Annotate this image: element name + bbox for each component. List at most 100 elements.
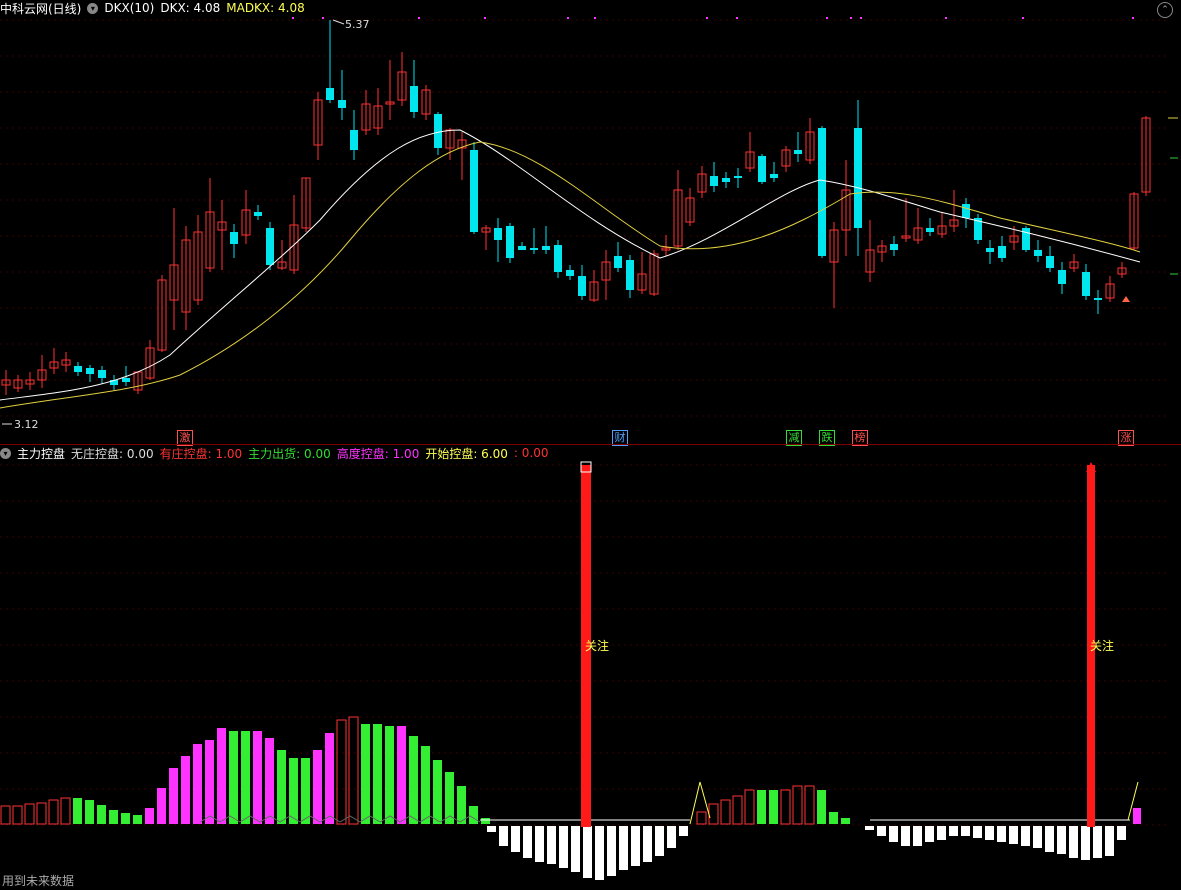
candle-body [230,232,238,244]
negative-bar [913,826,922,846]
attention-label: 关注 [585,639,610,653]
negative-bar [1045,826,1054,852]
signal-line [689,781,711,825]
top-marker [1022,17,1024,19]
main-chart-header: 中科云网(日线) ▾ DKX(10) DKX: 4.08 MADKX: 4.08 [0,0,305,16]
negative-bar [1069,826,1078,858]
negative-bar [877,826,886,836]
top-marker [322,17,324,19]
candle-body [710,176,718,186]
high-arrow [332,19,345,25]
negative-bar [1117,826,1126,840]
control-bar [0,805,11,825]
top-marker [736,17,738,19]
candle-body [998,246,1006,258]
candle-body [470,150,478,232]
control-bar [229,731,238,824]
negative-bar [937,826,946,840]
candle-body [566,270,574,276]
negative-bar [667,826,676,848]
candle-body [518,246,526,250]
top-marker [594,17,596,19]
control-bar [708,803,719,825]
negative-bar [547,826,556,864]
negative-bar [499,826,508,846]
control-bar [696,811,707,825]
candle-body [1034,250,1042,256]
negative-bar [1105,826,1114,856]
candle-body [854,128,862,228]
expand-icon[interactable]: ⌃ [1157,2,1173,18]
candle-body [254,212,262,216]
candle-body [578,276,586,296]
candle-body [1058,270,1066,284]
control-bar [313,750,322,824]
control-bar [757,790,766,824]
control-bar [421,746,430,824]
high-price-label: 5.37 [345,18,370,31]
candle-body [794,150,802,154]
indicator-name[interactable]: DKX(10) [104,1,154,15]
control-bar [744,789,755,825]
negative-bar [679,826,688,836]
candle-body [338,100,346,108]
dropdown-icon[interactable]: ▾ [0,447,11,459]
negative-bar [571,826,580,872]
negative-bar [523,826,532,858]
negative-bar [619,826,628,870]
low-price-label: 3.12 [14,418,39,431]
candle-body [494,228,502,240]
candle-body [350,130,358,150]
top-marker [418,17,420,19]
control-bar [336,719,347,825]
control-bar [325,733,334,824]
control-bar [145,808,154,824]
top-marker [860,17,862,19]
control-bar [1133,808,1141,824]
control-bar [181,756,190,824]
negative-bar [901,826,910,846]
negative-bar [865,826,874,830]
candle-body [542,246,550,250]
negative-bar [1093,826,1102,858]
candle-body [266,228,274,265]
control-bar [133,815,142,824]
control-bar [48,799,59,825]
negative-bar [973,826,982,838]
control-bar [397,726,406,824]
candle-body [734,176,742,178]
dropdown-icon[interactable]: ▾ [87,2,99,14]
control-bar [277,750,286,824]
negative-bar [925,826,934,842]
top-marker [945,17,947,19]
control-bar [85,800,94,824]
negative-bar [583,826,592,878]
control-bar [817,790,826,824]
candle-body [722,178,730,182]
candle-body [98,370,106,378]
control-bar [769,790,778,824]
candle-body [1046,256,1054,268]
sub-value: 主力出货: 0.00 [248,446,331,461]
candle-body [626,260,634,290]
control-bar [24,803,35,825]
control-bar [361,724,370,824]
sub-indicator-name[interactable]: 主力控盘 [17,445,65,462]
control-bar [60,797,71,825]
sub-value: 高度控盘: 1.00 [336,446,420,461]
control-bar [97,805,106,824]
negative-bar [559,826,568,868]
candle-body [1022,228,1030,250]
madkx-value: MADKX: 4.08 [226,1,305,15]
sub-value: 有庄控盘: 1.00 [159,446,243,461]
negative-bar [487,826,496,832]
top-marker [292,17,294,19]
control-bar [205,740,214,824]
negative-bar [997,826,1006,842]
candle-body [962,204,970,218]
candle-body [926,228,934,232]
control-bar [169,768,178,824]
candle-body [758,156,766,182]
control-bar [36,802,47,825]
buy-arrow-icon [1122,296,1130,302]
